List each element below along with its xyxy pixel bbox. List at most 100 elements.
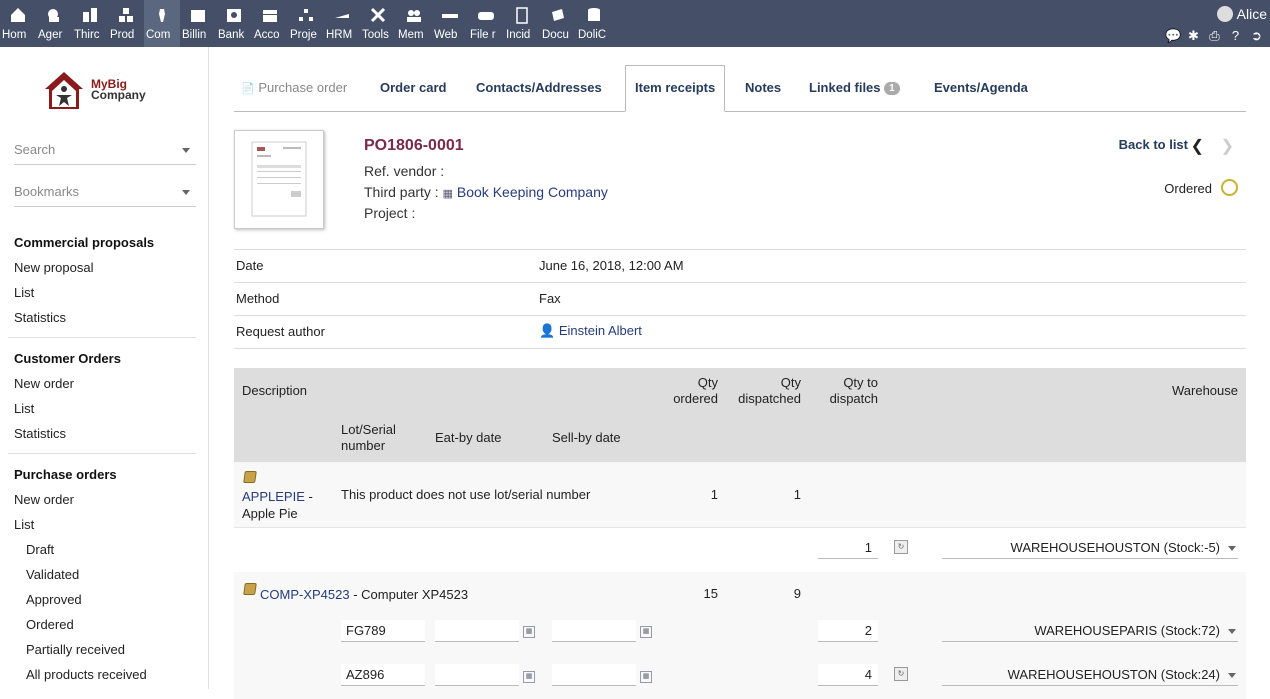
- main-content: 📄 Purchase order Order card Contacts/Add…: [209, 47, 1270, 699]
- author-value: 👤 Einstein Albert: [539, 323, 642, 339]
- menu-web[interactable]: Web: [432, 0, 468, 47]
- search-select[interactable]: Search: [14, 142, 196, 165]
- calendar-icon[interactable]: ▦: [523, 671, 535, 683]
- menu-purchase-orders: Purchase orders New order List Draft Val…: [14, 465, 196, 690]
- side-link-approved[interactable]: Approved: [14, 590, 196, 615]
- menu-home[interactable]: Hom: [0, 0, 36, 47]
- section-title[interactable]: Purchase orders: [14, 465, 196, 490]
- logout-icon[interactable]: ➲: [1249, 28, 1264, 43]
- tab-label: Purchase order: [258, 80, 348, 95]
- side-link-all-received[interactable]: All products received: [14, 665, 196, 690]
- menu-members[interactable]: Mem: [396, 0, 432, 47]
- lot-input[interactable]: FG789: [341, 620, 425, 642]
- menu-thirdparties[interactable]: Thirc: [72, 0, 108, 47]
- accounting-icon: [263, 10, 277, 22]
- lot-input[interactable]: AZ896: [341, 664, 425, 686]
- table-header: Description Qty ordered Qty dispatched Qty…: [234, 368, 1246, 462]
- qty-input[interactable]: 1: [818, 537, 878, 559]
- divider: [234, 348, 1246, 349]
- side-link-list[interactable]: List: [14, 515, 196, 540]
- tab-order-card[interactable]: Order card: [380, 71, 446, 105]
- third-party-link[interactable]: Book Keeping Company: [457, 184, 608, 200]
- author-label: Request author: [236, 324, 325, 339]
- sellby-input[interactable]: [552, 664, 636, 686]
- side-link-statistics[interactable]: Statistics: [14, 424, 196, 449]
- suitcase-icon: [159, 9, 165, 22]
- document-preview[interactable]: [234, 130, 324, 229]
- bookmarks-select[interactable]: Bookmarks: [14, 184, 196, 207]
- tab-notes[interactable]: Notes: [745, 71, 781, 105]
- help-icon[interactable]: ?: [1228, 28, 1243, 43]
- calendar-icon[interactable]: ▦: [640, 671, 652, 683]
- previous-icon[interactable]: ❮: [1191, 136, 1204, 156]
- tab-contacts[interactable]: Contacts/Addresses: [476, 71, 602, 105]
- web-icon: [442, 14, 458, 18]
- bug-icon[interactable]: ✱: [1186, 28, 1201, 43]
- side-link-partially-received[interactable]: Partially received: [14, 640, 196, 665]
- members-icon: [407, 10, 421, 22]
- side-link-draft[interactable]: Draft: [14, 540, 196, 565]
- eatby-input[interactable]: [435, 620, 519, 642]
- menu-incidents[interactable]: Incid: [504, 0, 540, 47]
- menu-label: Mem: [398, 29, 424, 41]
- divider: [234, 315, 1246, 316]
- menu-bank[interactable]: Bank: [216, 0, 252, 47]
- menu-filemanager[interactable]: File r: [468, 0, 504, 47]
- warehouse-select[interactable]: WAREHOUSEHOUSTON (Stock:24): [942, 664, 1238, 686]
- menu-projects[interactable]: Proje: [288, 0, 324, 47]
- qty-input[interactable]: 4: [818, 664, 878, 686]
- side-link-ordered[interactable]: Ordered: [14, 615, 196, 640]
- tab-linked-files[interactable]: Linked files 1: [809, 71, 900, 105]
- menu-billing[interactable]: Billin: [180, 0, 216, 47]
- product-link[interactable]: APPLEPIE: [242, 489, 305, 504]
- warehouse-value: WAREHOUSEHOUSTON (Stock:24): [1007, 667, 1220, 682]
- chat-icon[interactable]: 💬: [1165, 28, 1181, 43]
- calendar-icon[interactable]: ▦: [640, 626, 652, 638]
- menu-dolicloud[interactable]: DoliC: [576, 0, 612, 47]
- menu-label: Thirc: [74, 29, 100, 41]
- menu-tools[interactable]: Tools: [360, 0, 396, 47]
- menu-label: Acco: [254, 29, 280, 41]
- side-link-new-order[interactable]: New order: [14, 490, 196, 515]
- section-title[interactable]: Customer Orders: [14, 349, 196, 374]
- warehouse-select[interactable]: WAREHOUSEPARIS (Stock:72): [942, 620, 1238, 642]
- author-link[interactable]: Einstein Albert: [559, 323, 642, 338]
- tab-item-receipts[interactable]: Item receipts: [625, 65, 726, 112]
- lot-note: This product does not use lot/serial num…: [341, 487, 591, 502]
- tab-purchase-order[interactable]: 📄 Purchase order: [241, 71, 347, 105]
- split-icon[interactable]: ↻: [894, 540, 908, 554]
- side-link-new-proposal[interactable]: New proposal: [14, 258, 196, 283]
- chevron-down-icon: [182, 148, 190, 153]
- split-icon[interactable]: ↻: [894, 667, 908, 681]
- back-to-list-link[interactable]: Back to list: [1119, 137, 1188, 152]
- side-link-list[interactable]: List: [14, 399, 196, 424]
- menu-label: Web: [434, 29, 458, 41]
- side-link-list[interactable]: List: [14, 283, 196, 308]
- document-icon: [552, 9, 564, 21]
- print-icon[interactable]: ⎙: [1207, 28, 1222, 43]
- side-link-statistics[interactable]: Statistics: [14, 308, 196, 333]
- menu-label: Bank: [218, 29, 245, 41]
- cubes-icon: [119, 8, 133, 22]
- section-title[interactable]: Commercial proposals: [14, 233, 196, 258]
- user-menu[interactable]: Alice: [1216, 6, 1267, 22]
- calendar-icon[interactable]: ▦: [523, 626, 535, 638]
- company-logo[interactable]: MyBig Company: [43, 69, 163, 113]
- menu-accounting[interactable]: Acco: [252, 0, 288, 47]
- table-row: COMP-XP4523 - Computer XP4523 15 9: [234, 572, 1246, 610]
- divider: [234, 249, 1246, 250]
- tab-events[interactable]: Events/Agenda: [934, 71, 1028, 105]
- menu-products[interactable]: Prod: [108, 0, 144, 47]
- menu-hrm[interactable]: HRM: [324, 0, 360, 47]
- warehouse-select[interactable]: WAREHOUSEHOUSTON (Stock:-5): [942, 537, 1238, 559]
- side-link-validated[interactable]: Validated: [14, 565, 196, 590]
- product-link[interactable]: COMP-XP4523: [260, 587, 350, 602]
- side-link-new-order[interactable]: New order: [14, 374, 196, 399]
- sellby-input[interactable]: [552, 620, 636, 642]
- qty-input[interactable]: 2: [818, 620, 878, 642]
- next-icon[interactable]: ❯: [1221, 136, 1234, 156]
- eatby-input[interactable]: [435, 664, 519, 686]
- menu-commercial[interactable]: Com: [144, 0, 180, 47]
- menu-agenda[interactable]: Ager: [36, 0, 72, 47]
- menu-documents[interactable]: Docu: [540, 0, 576, 47]
